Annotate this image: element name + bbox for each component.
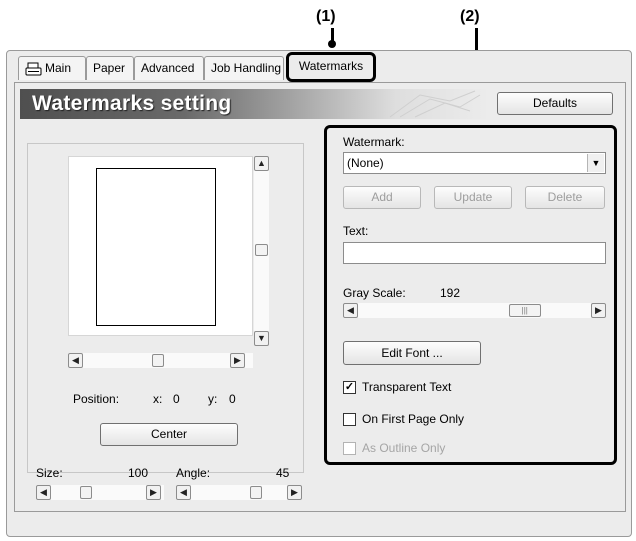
first-page-only-checkbox[interactable] [343, 413, 356, 426]
tab-advanced[interactable]: Advanced [134, 56, 204, 80]
horizontal-scroll-thumb[interactable] [152, 354, 164, 367]
scroll-right-button[interactable]: ▶ [230, 353, 245, 368]
tab-job-handling-label: Job Handling [211, 61, 282, 75]
tab-paper[interactable]: Paper [86, 56, 134, 80]
delete-button[interactable]: Delete [525, 186, 605, 209]
angle-label: Angle: [176, 466, 211, 480]
chevron-down-icon[interactable]: ▼ [587, 154, 604, 172]
outline-only-label: As Outline Only [362, 441, 446, 455]
tab-job-handling[interactable]: Job Handling [204, 56, 284, 80]
watermark-select[interactable]: (None) ▼ [343, 152, 606, 174]
size-slider-thumb[interactable] [80, 486, 92, 499]
x-value: 0 [173, 392, 180, 406]
watermark-label: Watermark: [343, 135, 405, 149]
outline-only-checkbox[interactable] [343, 442, 356, 455]
angle-value: 45 [276, 466, 290, 480]
tab-advanced-label: Advanced [141, 61, 195, 75]
angle-decrease-button[interactable]: ◀ [176, 485, 191, 500]
edit-font-button[interactable]: Edit Font ... [343, 341, 481, 365]
tab-paper-label: Paper [93, 61, 126, 75]
watermark-text-input[interactable] [343, 242, 606, 264]
printer-icon [25, 62, 42, 76]
tab-main-label: Main [45, 61, 72, 75]
gray-scale-label: Gray Scale: [343, 286, 406, 300]
size-label: Size: [36, 466, 63, 480]
transparent-text-label: Transparent Text [362, 380, 452, 394]
gray-scale-increase-button[interactable]: ▶ [591, 303, 606, 318]
add-button[interactable]: Add [343, 186, 421, 209]
scroll-left-button[interactable]: ◀ [68, 353, 83, 368]
angle-slider-thumb[interactable] [250, 486, 262, 499]
tab-watermarks[interactable]: Watermarks [286, 52, 376, 82]
size-increase-button[interactable]: ▶ [146, 485, 161, 500]
y-label: y: [208, 392, 218, 406]
update-button[interactable]: Update [434, 186, 512, 209]
defaults-button[interactable]: Defaults [497, 92, 613, 115]
gray-scale-value: 192 [440, 286, 461, 300]
vertical-scroll-thumb[interactable] [255, 244, 268, 256]
size-decrease-button[interactable]: ◀ [36, 485, 51, 500]
center-button[interactable]: Center [100, 423, 238, 446]
page-title: Watermarks setting [32, 92, 232, 115]
x-label: x: [153, 392, 163, 406]
gray-scale-thumb[interactable]: ||| [508, 304, 541, 317]
angle-increase-button[interactable]: ▶ [287, 485, 302, 500]
callout-1-dot [328, 40, 336, 48]
scroll-up-button[interactable]: ▲ [254, 156, 269, 171]
size-value: 100 [128, 466, 149, 480]
tab-main[interactable]: Main [18, 56, 86, 80]
preview-page [96, 168, 216, 326]
scroll-down-button[interactable]: ▼ [254, 331, 269, 346]
gray-scale-slider[interactable] [343, 303, 606, 318]
text-label: Text: [343, 224, 369, 238]
gray-scale-decrease-button[interactable]: ◀ [343, 303, 358, 318]
y-value: 0 [229, 392, 236, 406]
watermark-select-value: (None) [347, 156, 384, 170]
callout-2-label: (2) [460, 8, 480, 25]
first-page-only-label: On First Page Only [362, 412, 465, 426]
angle-slider[interactable] [176, 485, 302, 500]
tab-watermarks-label: Watermarks [298, 59, 364, 73]
callout-1-label: (1) [316, 8, 336, 25]
size-slider[interactable] [36, 485, 164, 500]
transparent-text-checkbox[interactable]: ✓ [343, 381, 356, 394]
position-label: Position: [73, 392, 120, 406]
